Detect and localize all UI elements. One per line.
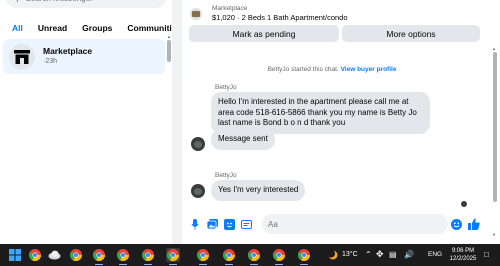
message-bubble: Hello I'm interested in the apartment pl… [211,92,430,134]
chrome-icon[interactable] [69,248,83,262]
chat-list-panel: ⚲ All Unread Groups Communities Marketpl… [0,0,172,244]
chat-time: ·23h [43,58,58,65]
thumbs-up-icon[interactable] [468,218,480,230]
chrome-icon[interactable] [141,248,155,265]
sender-avatar[interactable] [191,137,205,151]
storefront-icon [14,49,30,64]
sender-name: BettyJo [215,172,237,179]
chrome-icon[interactable] [28,248,42,262]
filter-tabs: All Unread Groups Communities [6,20,172,36]
mark-as-pending-button[interactable]: Mark as pending [189,25,339,42]
sender-avatar[interactable] [191,184,205,198]
message-bubble: Yes I'm very interested [211,180,306,201]
photo-icon[interactable] [206,218,218,230]
chrome-icon[interactable] [196,248,210,265]
scroll-up-arrow-icon[interactable]: ▲ [492,46,496,51]
view-buyer-profile-link[interactable]: View buyer profile [341,66,397,73]
chat-started-text: BettyJo started this chat. [267,66,339,73]
clock[interactable]: 9:06 PM 12/2/2025 [446,247,480,263]
listing-source: Marketplace [212,5,248,12]
gif-icon[interactable] [240,218,252,230]
seen-indicator-avatar [461,201,467,207]
message-composer [182,213,500,235]
chrome-icon[interactable] [92,248,106,265]
cloud-app-icon[interactable] [47,248,61,262]
chrome-icon[interactable] [297,248,311,265]
windows-taskbar: 13°C ⌃ ✥ ▤ 🔊 ENG 9:06 PM 12/2/2025 □ [0,244,500,266]
listing-thumbnail [190,7,202,20]
conversation-scrollbar[interactable] [493,52,497,202]
chrome-icon[interactable] [272,248,286,265]
search-icon: ⚲ [14,0,21,4]
sender-name: BettyJo [215,84,237,91]
tab-all[interactable]: All [6,20,29,36]
chat-title: Marketplace [43,46,93,56]
clock-time: 9:06 PM [451,248,475,254]
tab-unread[interactable]: Unread [32,20,73,36]
sticker-icon[interactable] [223,218,235,230]
chat-list-scrollbar[interactable] [167,40,171,62]
search-input[interactable] [25,0,146,3]
marketplace-avatar [9,43,35,70]
chrome-icon[interactable] [247,248,261,265]
message-input[interactable] [268,219,418,229]
search-box[interactable]: ⚲ [6,0,166,8]
scroll-up-arrow-icon[interactable]: ▲ [167,34,171,39]
network-icon[interactable]: ▤ [389,250,397,259]
more-options-button[interactable]: More options [342,25,480,42]
emoji-icon[interactable] [450,218,462,230]
notification-icon[interactable]: □ [484,250,489,259]
microphone-icon[interactable] [189,218,201,230]
chrome-icon[interactable] [166,248,180,265]
move-icon[interactable]: ✥ [376,249,384,260]
chrome-icon[interactable] [222,248,236,265]
chat-item-marketplace[interactable]: Marketplace ·23h [3,39,165,74]
listing-title: $1,020 · 2 Beds 1 Bath Apartment/condo [212,13,348,22]
language-indicator[interactable]: ENG [428,251,442,258]
message-bubble: Message sent [211,129,275,150]
chrome-icon[interactable] [116,248,130,265]
tab-communities[interactable]: Communities [121,20,172,36]
temperature-text: 13°C [342,251,358,258]
message-field[interactable] [262,214,448,234]
volume-icon[interactable]: 🔊 [404,250,414,259]
weather-icon[interactable] [325,248,339,262]
conversation-panel: Marketplace $1,020 · 2 Beds 1 Bath Apart… [182,0,500,244]
listing-header[interactable]: Marketplace $1,020 · 2 Beds 1 Bath Apart… [190,4,348,23]
panel-divider [172,0,182,244]
chat-started-note: BettyJo started this chat. View buyer pr… [182,66,482,73]
tab-groups[interactable]: Groups [76,20,118,36]
clock-date: 12/2/2025 [449,256,477,262]
windows-start-icon[interactable] [8,248,22,262]
chevron-up-icon[interactable]: ⌃ [365,250,372,259]
